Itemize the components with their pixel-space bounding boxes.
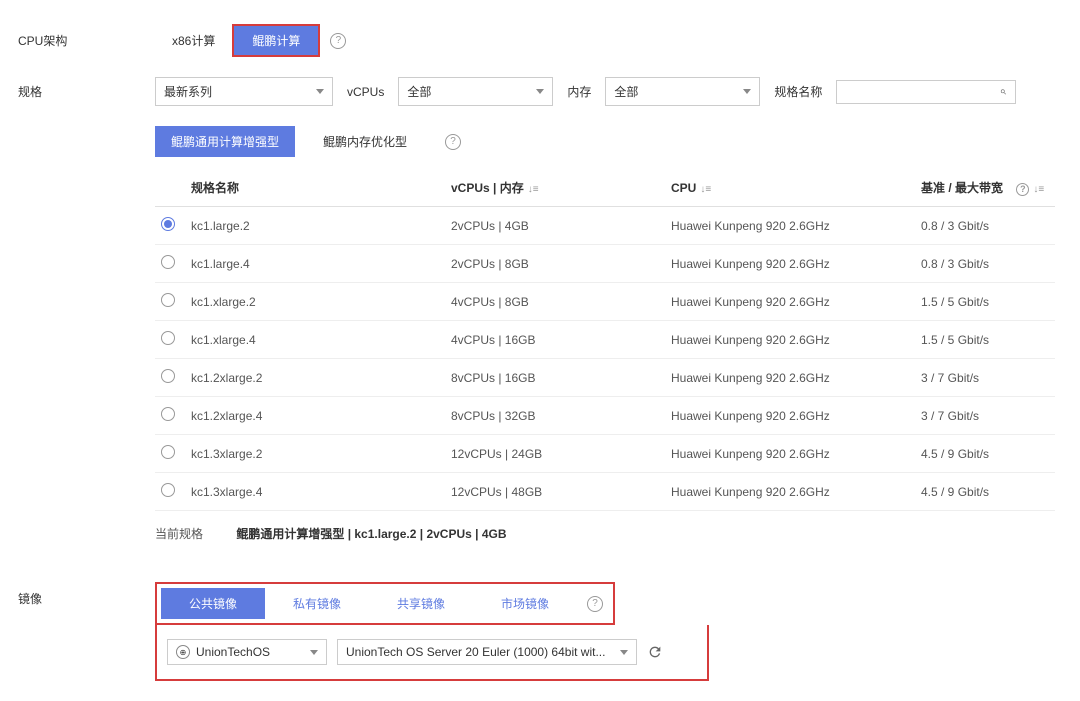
cell-cpu: Huawei Kunpeng 920 2.6GHz: [665, 283, 915, 321]
memory-select[interactable]: 全部: [605, 77, 760, 106]
cell-bandwidth: 4.5 / 9 Gbit/s: [915, 435, 1055, 473]
cell-vcpus: 4vCPUs | 16GB: [445, 321, 665, 359]
image-label: 镜像: [0, 582, 155, 607]
cell-bandwidth: 1.5 / 5 Gbit/s: [915, 283, 1055, 321]
cell-vcpus: 2vCPUs | 8GB: [445, 245, 665, 283]
th-name: 规格名称: [185, 169, 445, 207]
chevron-down-icon: [536, 89, 544, 94]
image-tab-private[interactable]: 私有镜像: [265, 588, 369, 619]
radio-button[interactable]: [161, 445, 175, 459]
category-tab-enhanced[interactable]: 鲲鹏通用计算增强型: [155, 126, 295, 157]
vcpu-filter-label: vCPUs: [347, 85, 384, 99]
image-tab-public[interactable]: 公共镜像: [161, 588, 265, 619]
cell-name: kc1.3xlarge.4: [185, 473, 445, 511]
cell-name: kc1.xlarge.4: [185, 321, 445, 359]
radio-button[interactable]: [161, 217, 175, 231]
cell-bandwidth: 3 / 7 Gbit/s: [915, 359, 1055, 397]
category-tab-memory[interactable]: 鲲鹏内存优化型: [307, 126, 423, 157]
cell-cpu: Huawei Kunpeng 920 2.6GHz: [665, 207, 915, 245]
cell-vcpus: 2vCPUs | 4GB: [445, 207, 665, 245]
chevron-down-icon: [316, 89, 324, 94]
cell-vcpus: 8vCPUs | 32GB: [445, 397, 665, 435]
cell-name: kc1.large.2: [185, 207, 445, 245]
image-tabs-highlight: 公共镜像 私有镜像 共享镜像 市场镜像 ?: [155, 582, 615, 625]
table-row[interactable]: kc1.xlarge.4 4vCPUs | 16GB Huawei Kunpen…: [155, 321, 1055, 359]
cell-bandwidth: 3 / 7 Gbit/s: [915, 397, 1055, 435]
cell-cpu: Huawei Kunpeng 920 2.6GHz: [665, 435, 915, 473]
help-icon[interactable]: ?: [1016, 183, 1029, 196]
vcpu-value: 全部: [407, 83, 431, 100]
chevron-down-icon: [743, 89, 751, 94]
os-name: UnionTechOS: [196, 645, 270, 659]
os-version: UnionTech OS Server 20 Euler (1000) 64bi…: [346, 645, 605, 659]
cell-name: kc1.xlarge.2: [185, 283, 445, 321]
radio-button[interactable]: [161, 407, 175, 421]
os-select[interactable]: ⊕ UnionTechOS: [167, 639, 327, 665]
table-row[interactable]: kc1.xlarge.2 4vCPUs | 8GB Huawei Kunpeng…: [155, 283, 1055, 321]
cell-vcpus: 8vCPUs | 16GB: [445, 359, 665, 397]
table-row[interactable]: kc1.3xlarge.2 12vCPUs | 24GB Huawei Kunp…: [155, 435, 1055, 473]
spec-search-input-wrap[interactable]: [836, 80, 1016, 104]
help-icon[interactable]: ?: [330, 33, 346, 49]
chevron-down-icon: [310, 650, 318, 655]
cell-name: kc1.2xlarge.4: [185, 397, 445, 435]
cell-vcpus: 4vCPUs | 8GB: [445, 283, 665, 321]
current-spec-label: 当前规格: [155, 527, 203, 541]
th-radio: [155, 169, 185, 207]
sort-icon: ↓≡: [528, 184, 539, 195]
spec-table: 规格名称 vCPUs | 内存↓≡ CPU↓≡ 基准 / 最大带宽 ?↓≡ kc…: [155, 169, 1055, 511]
radio-button[interactable]: [161, 369, 175, 383]
table-row[interactable]: kc1.2xlarge.2 8vCPUs | 16GB Huawei Kunpe…: [155, 359, 1055, 397]
radio-button[interactable]: [161, 293, 175, 307]
chevron-down-icon: [620, 650, 628, 655]
refresh-icon[interactable]: [647, 644, 663, 660]
table-row[interactable]: kc1.3xlarge.4 12vCPUs | 48GB Huawei Kunp…: [155, 473, 1055, 511]
cell-vcpus: 12vCPUs | 48GB: [445, 473, 665, 511]
sort-icon: ↓≡: [1033, 184, 1044, 195]
radio-button[interactable]: [161, 255, 175, 269]
memory-value: 全部: [614, 83, 638, 100]
cpu-arch-label: CPU架构: [0, 32, 155, 49]
spec-label: 规格: [0, 83, 155, 100]
cell-cpu: Huawei Kunpeng 920 2.6GHz: [665, 473, 915, 511]
spec-name-filter-label: 规格名称: [774, 83, 822, 100]
cell-cpu: Huawei Kunpeng 920 2.6GHz: [665, 397, 915, 435]
help-icon[interactable]: ?: [587, 596, 603, 612]
cell-bandwidth: 4.5 / 9 Gbit/s: [915, 473, 1055, 511]
cell-bandwidth: 0.8 / 3 Gbit/s: [915, 207, 1055, 245]
cell-name: kc1.large.4: [185, 245, 445, 283]
current-spec-value: 鲲鹏通用计算增强型 | kc1.large.2 | 2vCPUs | 4GB: [236, 527, 506, 541]
cell-cpu: Huawei Kunpeng 920 2.6GHz: [665, 245, 915, 283]
radio-button[interactable]: [161, 483, 175, 497]
series-select[interactable]: 最新系列: [155, 77, 333, 106]
spec-search-input[interactable]: [845, 85, 1000, 99]
th-bandwidth[interactable]: 基准 / 最大带宽 ?↓≡: [915, 169, 1055, 207]
help-icon[interactable]: ?: [445, 134, 461, 150]
arch-option-x86[interactable]: x86计算: [155, 25, 232, 56]
table-row[interactable]: kc1.large.4 2vCPUs | 8GB Huawei Kunpeng …: [155, 245, 1055, 283]
os-logo-icon: ⊕: [176, 645, 190, 659]
cell-name: kc1.2xlarge.2: [185, 359, 445, 397]
th-cpu[interactable]: CPU↓≡: [665, 169, 915, 207]
image-tab-market[interactable]: 市场镜像: [473, 588, 577, 619]
series-value: 最新系列: [164, 83, 212, 100]
cell-cpu: Huawei Kunpeng 920 2.6GHz: [665, 321, 915, 359]
sort-icon: ↓≡: [700, 184, 711, 195]
table-row[interactable]: kc1.large.2 2vCPUs | 4GB Huawei Kunpeng …: [155, 207, 1055, 245]
th-vcpus[interactable]: vCPUs | 内存↓≡: [445, 169, 665, 207]
cell-vcpus: 12vCPUs | 24GB: [445, 435, 665, 473]
cell-cpu: Huawei Kunpeng 920 2.6GHz: [665, 359, 915, 397]
table-row[interactable]: kc1.2xlarge.4 8vCPUs | 32GB Huawei Kunpe…: [155, 397, 1055, 435]
search-icon: [1000, 85, 1007, 99]
vcpu-select[interactable]: 全部: [398, 77, 553, 106]
memory-filter-label: 内存: [567, 83, 591, 100]
cell-bandwidth: 1.5 / 5 Gbit/s: [915, 321, 1055, 359]
cell-name: kc1.3xlarge.2: [185, 435, 445, 473]
radio-button[interactable]: [161, 331, 175, 345]
image-tab-shared[interactable]: 共享镜像: [369, 588, 473, 619]
os-version-select[interactable]: UnionTech OS Server 20 Euler (1000) 64bi…: [337, 639, 637, 665]
arch-option-kunpeng[interactable]: 鲲鹏计算: [232, 24, 320, 57]
image-selects-highlight: ⊕ UnionTechOS UnionTech OS Server 20 Eul…: [155, 625, 709, 681]
cell-bandwidth: 0.8 / 3 Gbit/s: [915, 245, 1055, 283]
